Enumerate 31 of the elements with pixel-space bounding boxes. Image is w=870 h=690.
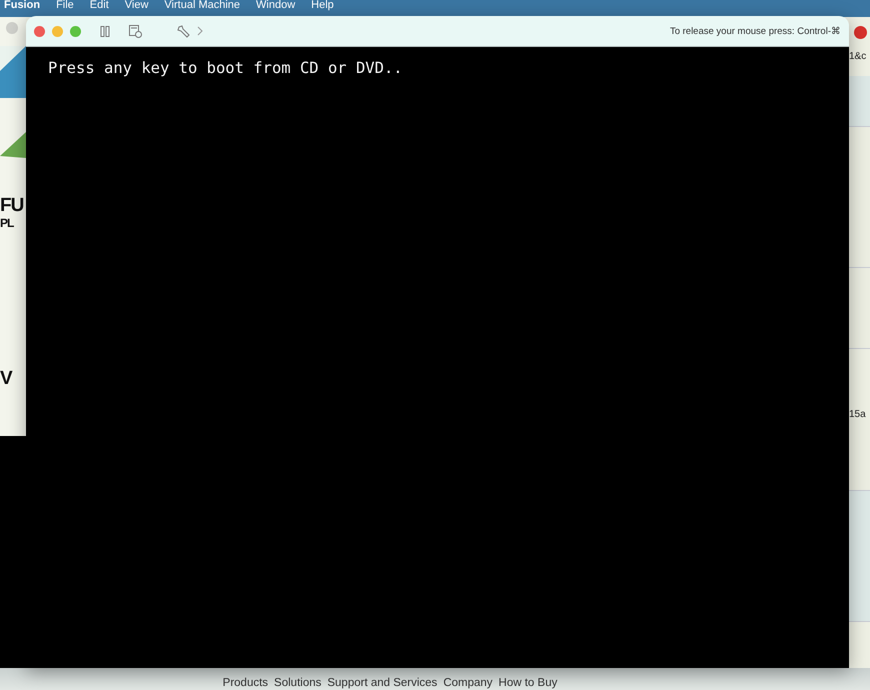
footer-link[interactable]: Solutions	[274, 677, 322, 690]
subheading-text: PL	[0, 217, 15, 229]
footer-link[interactable]: Company	[443, 677, 493, 690]
window-dot	[6, 22, 18, 34]
settings-button[interactable]	[177, 24, 190, 38]
footer-link[interactable]: Products	[222, 677, 268, 690]
menu-item[interactable]: Edit	[90, 0, 109, 11]
minimize-button[interactable]	[52, 26, 63, 36]
chevron-right-icon[interactable]	[197, 26, 203, 36]
menu-item[interactable]: Help	[311, 0, 334, 11]
close-button[interactable]	[34, 26, 45, 36]
footer-link[interactable]: How to Buy	[498, 677, 558, 690]
snapshot-button[interactable]	[129, 24, 142, 38]
notification-icon	[854, 26, 867, 39]
pause-icon	[100, 26, 110, 36]
footer-link[interactable]: Support and Services	[327, 677, 438, 690]
heading-text: V	[0, 369, 14, 388]
heading-text: FU	[0, 196, 24, 215]
console-text: Press any key to boot from CD or DVD..	[48, 59, 404, 77]
menu-item[interactable]: File	[56, 0, 74, 11]
page-text: 1&c	[849, 51, 868, 62]
menu-item[interactable]: Virtual Machine	[164, 0, 240, 11]
snapshot-icon	[129, 24, 142, 38]
pause-button[interactable]	[100, 26, 110, 36]
menu-item[interactable]: Window	[256, 0, 296, 11]
menu-item[interactable]: View	[124, 0, 148, 11]
app-menu[interactable]: Fusion	[4, 0, 40, 11]
page-text: 15a	[849, 409, 867, 420]
release-mouse-hint: To release your mouse press: Control-⌘	[670, 25, 841, 37]
zoom-button[interactable]	[70, 26, 81, 36]
wrench-icon	[177, 24, 190, 38]
